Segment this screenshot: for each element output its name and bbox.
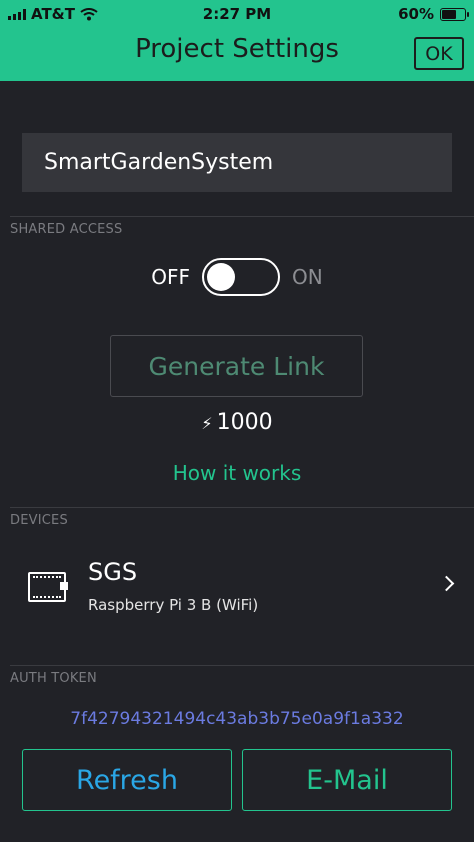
app-header: AT&T 2:27 PM 60% Project Settings OK [0,0,474,81]
chevron-right-icon [438,575,455,592]
email-button[interactable]: E-Mail [242,749,452,811]
shared-access-label: SHARED ACCESS [10,222,123,237]
divider [10,507,474,508]
how-it-works-link[interactable]: How it works [0,461,474,485]
ok-button[interactable]: OK [414,37,464,70]
devices-label: DEVICES [10,513,68,528]
project-name-field[interactable]: SmartGardenSystem [22,133,452,192]
shared-access-toggle[interactable] [202,258,281,296]
energy-cost: ⚡︎ 1000 [0,410,474,435]
divider [10,665,474,666]
page-title: Project Settings [135,34,339,64]
toggle-off-label: OFF [151,265,191,289]
device-name: SGS [88,558,138,586]
device-type: Raspberry Pi 3 B (WiFi) [88,596,259,614]
toggle-on-label: ON [292,265,323,289]
auth-token-value[interactable]: 7f42794321494c43ab3b75e0a9f1a332 [0,709,474,729]
generate-link-button[interactable]: Generate Link [110,335,363,397]
battery-percent: 60% [398,5,434,23]
device-item[interactable]: SGS Raspberry Pi 3 B (WiFi) [0,548,474,630]
energy-value: 1000 [216,410,273,435]
divider [10,216,474,217]
board-icon [28,572,68,602]
auth-token-label: AUTH TOKEN [10,671,97,686]
energy-bolt-icon: ⚡︎ [201,414,213,433]
battery-icon [440,7,469,21]
refresh-button[interactable]: Refresh [22,749,232,811]
status-right: 60% [398,5,469,23]
toggle-knob [207,263,236,291]
shared-access-toggle-row: OFF ON [0,256,474,298]
status-bar: AT&T 2:27 PM 60% [0,0,474,28]
